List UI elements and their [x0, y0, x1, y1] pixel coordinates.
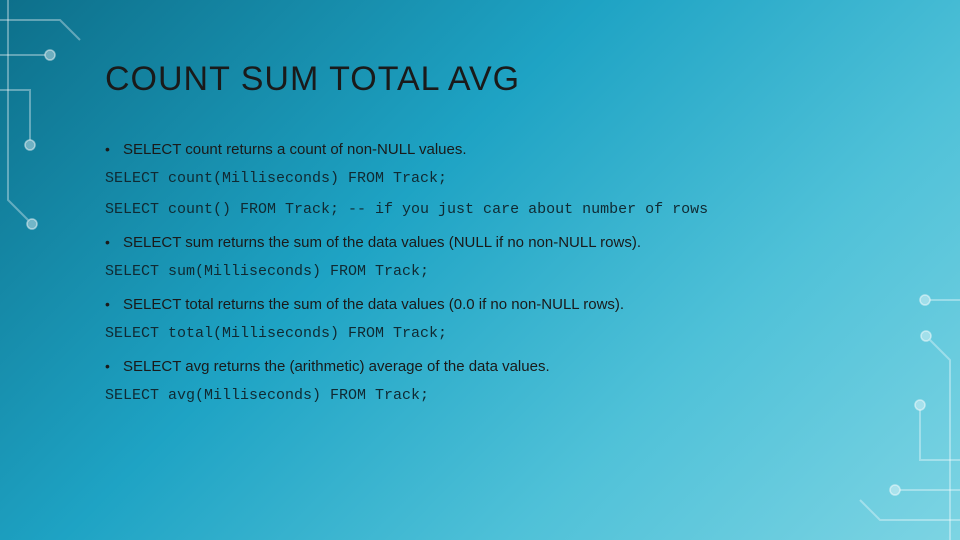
code-sum: SELECT sum(Milliseconds) FROM Track;	[105, 261, 880, 282]
code-avg: SELECT avg(Milliseconds) FROM Track;	[105, 385, 880, 406]
bullet-avg: SELECT avg returns the (arithmetic) aver…	[105, 356, 880, 377]
code-total: SELECT total(Milliseconds) FROM Track;	[105, 323, 880, 344]
code-count-rows: SELECT count() FROM Track; -- if you jus…	[105, 199, 880, 220]
bullet-total: SELECT total returns the sum of the data…	[105, 294, 880, 315]
slide-title: COUNT SUM TOTAL AVG	[105, 60, 880, 99]
slide-content: COUNT SUM TOTAL AVG SELECT count returns…	[105, 60, 880, 416]
bullet-sum: SELECT sum returns the sum of the data v…	[105, 232, 880, 253]
bullet-count: SELECT count returns a count of non-NULL…	[105, 139, 880, 160]
code-count-col: SELECT count(Milliseconds) FROM Track;	[105, 168, 880, 189]
